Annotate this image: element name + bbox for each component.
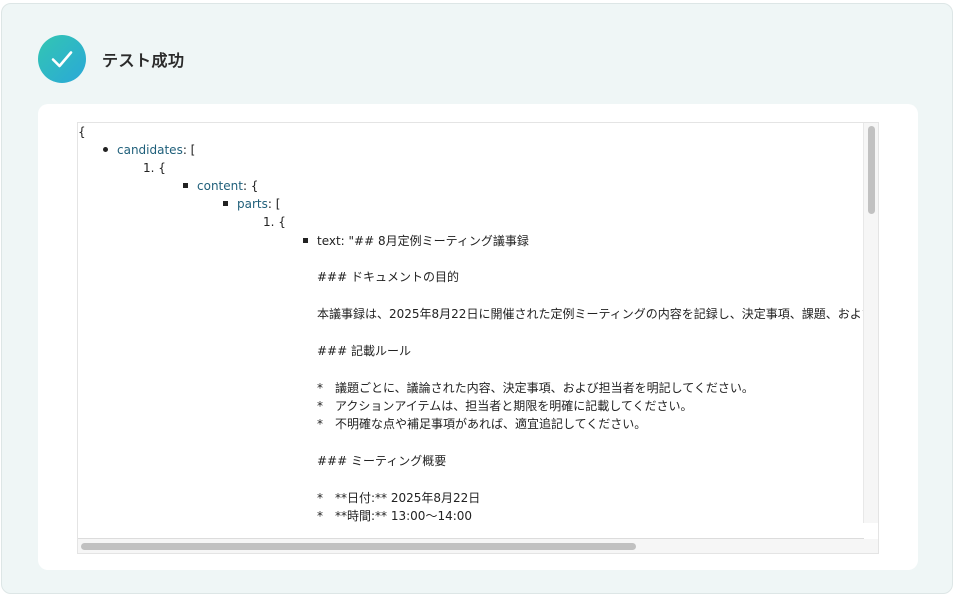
json-node-parts: parts: [ [223, 195, 280, 213]
json-node-item-1: 1. { [143, 161, 166, 175]
scrollbar-corner [864, 539, 878, 553]
result-header: テスト成功 [38, 34, 185, 84]
result-panel: テスト成功 { candidates: [ 1. { content: { pa… [1, 3, 953, 594]
horizontal-scrollbar[interactable] [78, 538, 864, 553]
check-icon [38, 35, 86, 83]
json-key: content [197, 179, 243, 193]
json-node-part-1: 1. { [263, 215, 286, 229]
text-line: * **時間:** 13:00〜14:00 [317, 509, 473, 523]
json-text-value: text: "## 8月定例ミーティング議事録 [317, 234, 529, 248]
bullet-icon [223, 201, 228, 206]
text-line: ### 記載ルール [317, 344, 411, 358]
json-node-candidates: candidates: [ [103, 141, 195, 159]
bullet-icon [103, 147, 108, 152]
text-line: * 不明確な点や補足事項があれば、適宜追記してください。 [317, 417, 647, 431]
json-punct: : [ [267, 197, 281, 211]
text-line: 本議事録は、2025年8月22日に開催された定例ミーティングの内容を記録し、決定… [317, 307, 864, 321]
vertical-scroll-thumb[interactable] [868, 126, 875, 214]
output-card: { candidates: [ 1. { content: { parts: [… [38, 104, 918, 570]
text-line: * **日付:** 2025年8月22日 [317, 491, 481, 505]
horizontal-scroll-thumb[interactable] [81, 543, 636, 550]
json-tree: { candidates: [ 1. { content: { parts: [… [78, 123, 864, 525]
json-viewer[interactable]: { candidates: [ 1. { content: { parts: [… [77, 122, 879, 554]
text-line: * 議題ごとに、議論された内容、決定事項、および担当者を明記してください。 [317, 381, 754, 395]
text-line: ### ミーティング概要 [317, 454, 447, 468]
json-punct: : [ [182, 143, 196, 157]
json-node-content: content: { [183, 177, 258, 195]
json-key: parts [237, 197, 268, 211]
json-node-text: text: "## 8月定例ミーティング議事録 [303, 232, 529, 250]
text-line: * アクションアイテムは、担当者と期限を明確に記載してください。 [317, 399, 693, 413]
json-punct: : { [242, 179, 259, 193]
page-title: テスト成功 [102, 51, 185, 70]
json-key: candidates [117, 143, 183, 157]
bullet-icon [183, 183, 188, 188]
bullet-icon [303, 238, 308, 243]
vertical-scrollbar[interactable] [863, 123, 878, 523]
text-line: ### ドキュメントの目的 [317, 270, 459, 284]
json-open-brace: { [78, 125, 86, 139]
